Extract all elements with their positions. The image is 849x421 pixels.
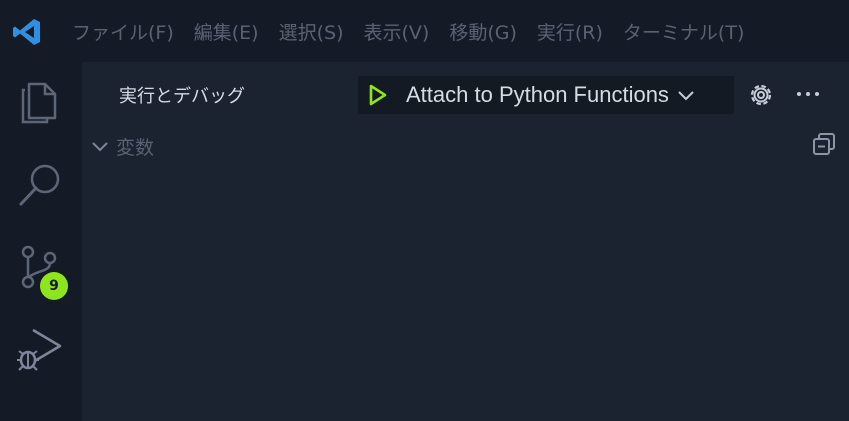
ellipsis-icon[interactable]: [795, 81, 821, 107]
collapse-all-icon[interactable]: [811, 131, 837, 157]
menu-selection[interactable]: 選択(S): [269, 18, 354, 45]
search-icon: [19, 164, 60, 206]
activity-explorer[interactable]: [0, 62, 82, 144]
menu-go[interactable]: 移動(G): [439, 18, 527, 45]
menu-file[interactable]: ファイル(F): [62, 18, 184, 45]
menu-edit[interactable]: 編集(E): [184, 18, 269, 45]
variables-section-label: 変数: [116, 136, 155, 159]
activity-bar: 9: [0, 62, 82, 421]
chevron-down-icon: [92, 142, 108, 152]
view-title: 実行とデバッグ: [119, 86, 245, 107]
debug-sidebar: 実行とデバッグ Attach to Python Functions 変数: [82, 62, 849, 421]
launch-config-label: Attach to Python Functions: [406, 82, 669, 107]
play-icon[interactable]: [368, 84, 388, 106]
variables-section-header[interactable]: 変数: [90, 132, 154, 160]
menu-bar: ファイル(F) 編集(E) 選択(S) 表示(V) 移動(G) 実行(R) ター…: [62, 0, 754, 62]
launch-config-dropdown[interactable]: Attach to Python Functions: [358, 76, 734, 114]
gear-icon[interactable]: [747, 81, 775, 109]
files-icon: [21, 82, 57, 124]
chevron-down-icon: [678, 91, 694, 101]
activity-run-debug[interactable]: [0, 308, 82, 390]
menu-view[interactable]: 表示(V): [354, 18, 440, 45]
run-debug-icon: [17, 328, 62, 371]
menu-run[interactable]: 実行(R): [527, 18, 613, 45]
vscode-logo-icon: [13, 19, 40, 45]
activity-source-control[interactable]: 9: [0, 226, 82, 308]
activity-search[interactable]: [0, 144, 82, 226]
title-bar: ファイル(F) 編集(E) 選択(S) 表示(V) 移動(G) 実行(R) ター…: [0, 0, 849, 62]
scm-badge: 9: [40, 272, 68, 300]
menu-terminal[interactable]: ターミナル(T): [613, 18, 754, 45]
